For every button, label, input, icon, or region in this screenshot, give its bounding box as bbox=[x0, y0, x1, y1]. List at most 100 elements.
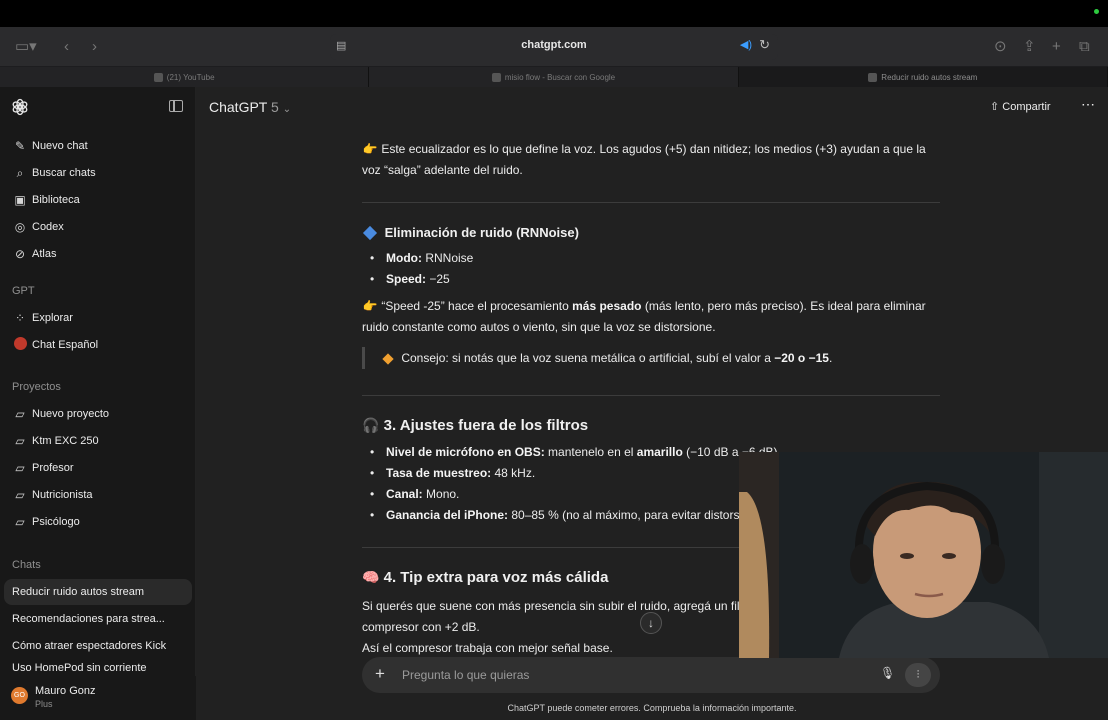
tab-youtube[interactable]: (21) YouTube bbox=[0, 67, 370, 87]
tab-overview-icon[interactable]: ⧉ bbox=[1079, 37, 1090, 57]
item-label: Modo: bbox=[386, 251, 422, 265]
close-sidebar-icon[interactable] bbox=[169, 100, 183, 112]
user-menu[interactable]: GO Mauro Gonz Plus bbox=[0, 676, 196, 720]
avatar: GO bbox=[11, 687, 28, 704]
gpt-avatar-icon bbox=[12, 337, 28, 353]
list-item: Speed: −25 bbox=[370, 269, 940, 290]
disclaimer: ChatGPT puede cometer errores. Comprueba… bbox=[507, 703, 797, 713]
codex-icon: ◎ bbox=[14, 220, 26, 234]
folder-icon: ▱ bbox=[15, 461, 25, 475]
arrow-down-icon: ↓ bbox=[648, 616, 654, 630]
speaker-icon[interactable]: ◀) bbox=[740, 38, 752, 51]
tab-label: Reducir ruido autos stream bbox=[881, 72, 978, 82]
nav-label: Chat Español bbox=[32, 339, 99, 351]
composer-placeholder[interactable]: Pregunta lo que quieras bbox=[402, 668, 529, 682]
chat-item[interactable]: Recomendaciones para strea... bbox=[4, 606, 192, 632]
paragraph-text: Este ecualizador es lo que define la voz… bbox=[381, 142, 926, 156]
nav-search-chats[interactable]: ⌕ Buscar chats bbox=[4, 160, 192, 186]
new-tab-icon[interactable]: + bbox=[1052, 37, 1061, 57]
paragraph-text: voz “salga” adelante del ruido. bbox=[362, 163, 523, 177]
eq-paragraph: 👉 Este ecualizador es lo que define la v… bbox=[362, 139, 942, 181]
project-item[interactable]: ▱ Profesor bbox=[4, 455, 192, 481]
pointing-hand-icon: 👉 bbox=[362, 142, 378, 156]
folder-plus-icon: ▱ bbox=[15, 407, 25, 421]
microphone-icon[interactable]: 🎙 bbox=[880, 666, 895, 680]
back-icon[interactable]: ‹ bbox=[64, 37, 69, 57]
openai-logo-icon[interactable] bbox=[11, 98, 29, 116]
nav-label: Buscar chats bbox=[32, 167, 96, 179]
address-bar[interactable]: ▤ chatgpt.com ◀) ↻ bbox=[330, 34, 778, 60]
project-label: Nutricionista bbox=[32, 489, 93, 501]
divider bbox=[362, 202, 940, 203]
chat-item[interactable]: Cómo atraer espectadores Kick bbox=[4, 633, 192, 659]
download-icon[interactable]: ⊙ bbox=[994, 37, 1007, 57]
headphones-icon: 🎧 bbox=[362, 417, 380, 433]
status-dot bbox=[1094, 9, 1099, 14]
project-item[interactable]: ▱ Nutricionista bbox=[4, 482, 192, 508]
bold-text: más pesado bbox=[572, 299, 642, 313]
user-name: Mauro Gonz bbox=[35, 685, 96, 697]
item-value: mantenelo en el bbox=[544, 445, 637, 459]
nav-atlas[interactable]: ⊘ Atlas bbox=[4, 241, 192, 267]
sidebar-toggle-icon[interactable]: ▭▾ bbox=[15, 37, 37, 57]
project-new[interactable]: ▱ Nuevo proyecto bbox=[4, 401, 192, 427]
chat-item[interactable]: Reducir ruido autos stream bbox=[4, 579, 192, 605]
nav-label: Atlas bbox=[32, 248, 57, 260]
nav-chat-espanol[interactable]: Chat Español bbox=[4, 332, 192, 358]
projects-section-heading: Proyectos bbox=[12, 381, 61, 393]
scroll-down-button[interactable]: ↓ bbox=[640, 612, 662, 634]
heading-text: Eliminación de ruido (RNNoise) bbox=[384, 225, 579, 240]
project-item[interactable]: ▱ Ktm EXC 250 bbox=[4, 428, 192, 454]
chat-item[interactable]: Uso HomePod sin corriente bbox=[4, 660, 192, 676]
nav-label: Codex bbox=[32, 221, 64, 233]
nav-explore[interactable]: ⁘ Explorar bbox=[4, 305, 192, 331]
tab-google[interactable]: misio flow - Buscar con Google bbox=[369, 67, 739, 87]
nav-label: Biblioteca bbox=[32, 194, 80, 206]
paragraph-text: ruido constante como autos o viento, sin… bbox=[362, 320, 716, 334]
item-label: Canal: bbox=[386, 487, 423, 501]
folder-icon: ▱ bbox=[15, 434, 25, 448]
paragraph-text: (más lento, pero más preciso). Es ideal … bbox=[641, 299, 926, 313]
google-favicon-icon bbox=[491, 72, 501, 82]
quote-text: . bbox=[828, 351, 833, 365]
nav-new-chat[interactable]: ✎ Nuevo chat bbox=[4, 133, 192, 159]
tab-chatgpt[interactable]: Reducir ruido autos stream bbox=[738, 67, 1108, 87]
folder-icon: ▱ bbox=[15, 488, 25, 502]
nav-library[interactable]: ▣ Biblioteca bbox=[4, 187, 192, 213]
model-selector[interactable]: ChatGPT 5 ⌄ bbox=[209, 99, 291, 115]
share-icon[interactable]: ⇪ bbox=[1023, 37, 1036, 57]
list-item: Modo: RNNoise bbox=[370, 248, 940, 269]
grid-icon: ⁘ bbox=[14, 311, 26, 325]
voice-mode-button[interactable]: ⫶ bbox=[905, 663, 931, 687]
item-value: 48 kHz. bbox=[491, 466, 536, 480]
project-item[interactable]: ▱ Psicólogo bbox=[4, 509, 192, 535]
more-options-icon[interactable]: ⋯ bbox=[1081, 96, 1096, 113]
project-label: Psicólogo bbox=[32, 516, 80, 528]
item-value: Mono. bbox=[422, 487, 460, 501]
edit-icon: ✎ bbox=[14, 139, 26, 153]
item-label: Ganancia del iPhone: bbox=[386, 508, 509, 522]
reload-icon[interactable]: ↻ bbox=[759, 37, 770, 53]
quote-text: Consejo: si notás que la voz suena metál… bbox=[401, 351, 775, 365]
item-value: RNNoise bbox=[425, 251, 474, 265]
share-button[interactable]: ⇧ Compartir bbox=[990, 100, 1051, 113]
divider bbox=[362, 395, 940, 396]
tab-bar: (21) YouTube misio flow - Buscar con Goo… bbox=[0, 67, 1108, 87]
plus-icon[interactable]: + bbox=[375, 664, 385, 684]
cropped-text bbox=[362, 105, 942, 113]
orange-diamond-icon bbox=[382, 353, 394, 365]
forward-icon[interactable]: › bbox=[92, 37, 97, 57]
brain-icon: 🧠 bbox=[362, 569, 380, 585]
share-icon: ⇧ bbox=[990, 101, 1000, 113]
webcam-overlay bbox=[739, 452, 1108, 658]
webcam-person-image bbox=[739, 452, 1108, 658]
composer[interactable]: + Pregunta lo que quieras 🎙 ⫶ bbox=[362, 657, 940, 693]
url-text[interactable]: chatgpt.com bbox=[330, 39, 778, 51]
chevron-down-icon: ⌄ bbox=[282, 104, 292, 115]
model-version: 5 bbox=[271, 99, 279, 115]
project-label: Ktm EXC 250 bbox=[32, 435, 99, 447]
library-icon: ▣ bbox=[14, 193, 26, 207]
system-top-bar bbox=[0, 0, 1108, 27]
bold-text: −20 o −15 bbox=[774, 351, 829, 365]
nav-codex[interactable]: ◎ Codex bbox=[4, 214, 192, 240]
